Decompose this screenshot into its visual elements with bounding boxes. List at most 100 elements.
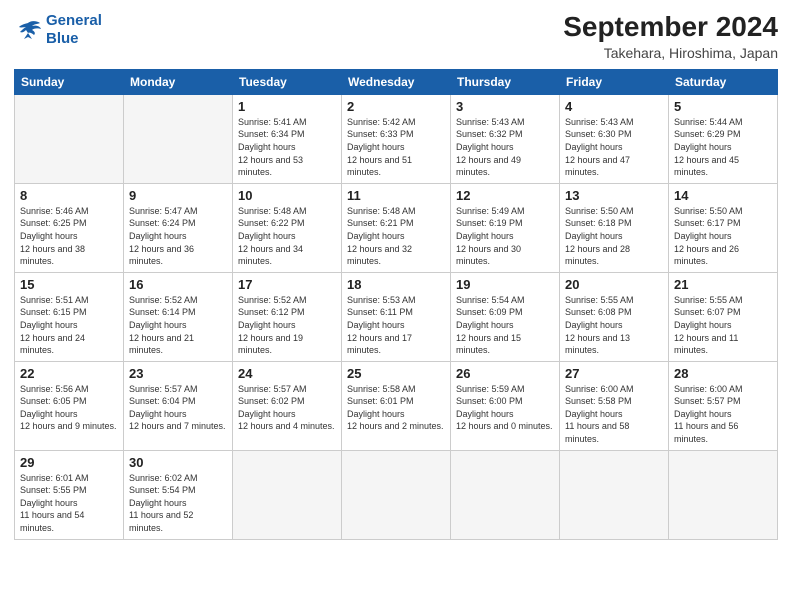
calendar-cell — [15, 94, 124, 183]
day-number: 9 — [129, 188, 227, 203]
day-info: Sunrise: 6:02 AMSunset: 5:54 PMDaylight … — [129, 472, 227, 535]
day-number: 15 — [20, 277, 118, 292]
day-info: Sunrise: 5:52 AMSunset: 6:14 PMDaylight … — [129, 294, 227, 357]
calendar-cell: 9 Sunrise: 5:47 AMSunset: 6:24 PMDaylight… — [124, 183, 233, 272]
calendar-cell: 17 Sunrise: 5:52 AMSunset: 6:12 PMDayligh… — [233, 272, 342, 361]
calendar-cell: 13 Sunrise: 5:50 AMSunset: 6:18 PMDayligh… — [560, 183, 669, 272]
weekday-header-row: SundayMondayTuesdayWednesdayThursdayFrid… — [15, 69, 778, 94]
day-info: Sunrise: 5:56 AMSunset: 6:05 PMDaylight … — [20, 383, 118, 433]
day-info: Sunrise: 5:59 AMSunset: 6:00 PMDaylight … — [456, 383, 554, 433]
day-number: 1 — [238, 99, 336, 114]
day-info: Sunrise: 5:47 AMSunset: 6:24 PMDaylight … — [129, 205, 227, 268]
calendar-cell — [451, 450, 560, 539]
logo-icon — [14, 19, 42, 41]
day-info: Sunrise: 6:01 AMSunset: 5:55 PMDaylight … — [20, 472, 118, 535]
calendar-cell: 4 Sunrise: 5:43 AMSunset: 6:30 PMDaylight… — [560, 94, 669, 183]
week-row-4: 22 Sunrise: 5:56 AMSunset: 6:05 PMDayligh… — [15, 361, 778, 450]
month-title: September 2024 — [563, 12, 778, 43]
day-number: 17 — [238, 277, 336, 292]
day-number: 29 — [20, 455, 118, 470]
calendar-cell: 22 Sunrise: 5:56 AMSunset: 6:05 PMDayligh… — [15, 361, 124, 450]
calendar-cell — [124, 94, 233, 183]
weekday-header-friday: Friday — [560, 69, 669, 94]
weekday-header-thursday: Thursday — [451, 69, 560, 94]
day-info: Sunrise: 5:54 AMSunset: 6:09 PMDaylight … — [456, 294, 554, 357]
day-info: Sunrise: 5:43 AMSunset: 6:32 PMDaylight … — [456, 116, 554, 179]
calendar-cell: 23 Sunrise: 5:57 AMSunset: 6:04 PMDayligh… — [124, 361, 233, 450]
day-number: 8 — [20, 188, 118, 203]
calendar-cell — [342, 450, 451, 539]
week-row-1: 1 Sunrise: 5:41 AMSunset: 6:34 PMDaylight… — [15, 94, 778, 183]
day-info: Sunrise: 5:50 AMSunset: 6:18 PMDaylight … — [565, 205, 663, 268]
day-info: Sunrise: 5:57 AMSunset: 6:02 PMDaylight … — [238, 383, 336, 433]
day-number: 2 — [347, 99, 445, 114]
weekday-header-wednesday: Wednesday — [342, 69, 451, 94]
calendar-cell: 14 Sunrise: 5:50 AMSunset: 6:17 PMDayligh… — [669, 183, 778, 272]
day-number: 13 — [565, 188, 663, 203]
day-number: 12 — [456, 188, 554, 203]
calendar-cell: 26 Sunrise: 5:59 AMSunset: 6:00 PMDayligh… — [451, 361, 560, 450]
weekday-header-monday: Monday — [124, 69, 233, 94]
calendar-cell: 18Sunrise: 5:53 AMSunset: 6:11 PMDayligh… — [342, 272, 451, 361]
logo-text: General Blue — [46, 12, 102, 48]
header: General Blue September 2024 Takehara, Hi… — [14, 12, 778, 61]
day-number: 3 — [456, 99, 554, 114]
day-info: Sunrise: 5:55 AMSunset: 6:08 PMDaylight … — [565, 294, 663, 357]
calendar-cell: 30 Sunrise: 6:02 AMSunset: 5:54 PMDayligh… — [124, 450, 233, 539]
calendar-container: General Blue September 2024 Takehara, Hi… — [0, 0, 792, 612]
calendar-cell: 19 Sunrise: 5:54 AMSunset: 6:09 PMDayligh… — [451, 272, 560, 361]
weekday-header-saturday: Saturday — [669, 69, 778, 94]
day-number: 26 — [456, 366, 554, 381]
calendar-cell: 29 Sunrise: 6:01 AMSunset: 5:55 PMDayligh… — [15, 450, 124, 539]
location-title: Takehara, Hiroshima, Japan — [563, 45, 778, 61]
week-row-5: 29 Sunrise: 6:01 AMSunset: 5:55 PMDayligh… — [15, 450, 778, 539]
calendar-cell: 1 Sunrise: 5:41 AMSunset: 6:34 PMDaylight… — [233, 94, 342, 183]
calendar-cell: 21 Sunrise: 5:55 AMSunset: 6:07 PMDayligh… — [669, 272, 778, 361]
day-info: Sunrise: 6:00 AMSunset: 5:57 PMDaylight … — [674, 383, 772, 446]
day-info: Sunrise: 5:43 AMSunset: 6:30 PMDaylight … — [565, 116, 663, 179]
day-number: 24 — [238, 366, 336, 381]
calendar-cell: 27 Sunrise: 6:00 AMSunset: 5:58 PMDayligh… — [560, 361, 669, 450]
weekday-header-tuesday: Tuesday — [233, 69, 342, 94]
day-number: 30 — [129, 455, 227, 470]
day-number: 19 — [456, 277, 554, 292]
calendar-cell — [669, 450, 778, 539]
calendar-cell: 16Sunrise: 5:52 AMSunset: 6:14 PMDayligh… — [124, 272, 233, 361]
day-info: Sunrise: 5:46 AMSunset: 6:25 PMDaylight … — [20, 205, 118, 268]
day-info: Sunrise: 5:51 AMSunset: 6:15 PMDaylight … — [20, 294, 118, 357]
day-info: Sunrise: 5:57 AMSunset: 6:04 PMDaylight … — [129, 383, 227, 433]
day-info: Sunrise: 5:41 AMSunset: 6:34 PMDaylight … — [238, 116, 336, 179]
calendar-cell: 24 Sunrise: 5:57 AMSunset: 6:02 PMDayligh… — [233, 361, 342, 450]
day-number: 5 — [674, 99, 772, 114]
day-info: Sunrise: 5:52 AMSunset: 6:12 PMDaylight … — [238, 294, 336, 357]
calendar-cell: 8 Sunrise: 5:46 AMSunset: 6:25 PMDaylight… — [15, 183, 124, 272]
week-row-3: 15 Sunrise: 5:51 AMSunset: 6:15 PMDayligh… — [15, 272, 778, 361]
day-number: 25 — [347, 366, 445, 381]
calendar-table: SundayMondayTuesdayWednesdayThursdayFrid… — [14, 69, 778, 540]
day-number: 22 — [20, 366, 118, 381]
day-info: Sunrise: 5:49 AMSunset: 6:19 PMDaylight … — [456, 205, 554, 268]
calendar-cell: 25 Sunrise: 5:58 AMSunset: 6:01 PMDayligh… — [342, 361, 451, 450]
day-info: Sunrise: 5:48 AMSunset: 6:21 PMDaylight … — [347, 205, 445, 268]
day-number: 23 — [129, 366, 227, 381]
calendar-cell: 2Sunrise: 5:42 AMSunset: 6:33 PMDaylight… — [342, 94, 451, 183]
day-info: Sunrise: 5:48 AMSunset: 6:22 PMDaylight … — [238, 205, 336, 268]
calendar-cell: 12 Sunrise: 5:49 AMSunset: 6:19 PMDayligh… — [451, 183, 560, 272]
day-number: 28 — [674, 366, 772, 381]
day-info: Sunrise: 5:50 AMSunset: 6:17 PMDaylight … — [674, 205, 772, 268]
calendar-cell: 11Sunrise: 5:48 AMSunset: 6:21 PMDayligh… — [342, 183, 451, 272]
day-number: 20 — [565, 277, 663, 292]
day-info: Sunrise: 5:44 AMSunset: 6:29 PMDaylight … — [674, 116, 772, 179]
day-info: Sunrise: 5:55 AMSunset: 6:07 PMDaylight … — [674, 294, 772, 357]
day-info: Sunrise: 5:53 AMSunset: 6:11 PMDaylight … — [347, 294, 445, 357]
calendar-cell: 3 Sunrise: 5:43 AMSunset: 6:32 PMDaylight… — [451, 94, 560, 183]
day-number: 4 — [565, 99, 663, 114]
calendar-cell: 10Sunrise: 5:48 AMSunset: 6:22 PMDayligh… — [233, 183, 342, 272]
day-number: 27 — [565, 366, 663, 381]
day-info: Sunrise: 5:58 AMSunset: 6:01 PMDaylight … — [347, 383, 445, 433]
calendar-cell: 5 Sunrise: 5:44 AMSunset: 6:29 PMDaylight… — [669, 94, 778, 183]
day-number: 21 — [674, 277, 772, 292]
day-number: 14 — [674, 188, 772, 203]
day-info: Sunrise: 6:00 AMSunset: 5:58 PMDaylight … — [565, 383, 663, 446]
weekday-header-sunday: Sunday — [15, 69, 124, 94]
